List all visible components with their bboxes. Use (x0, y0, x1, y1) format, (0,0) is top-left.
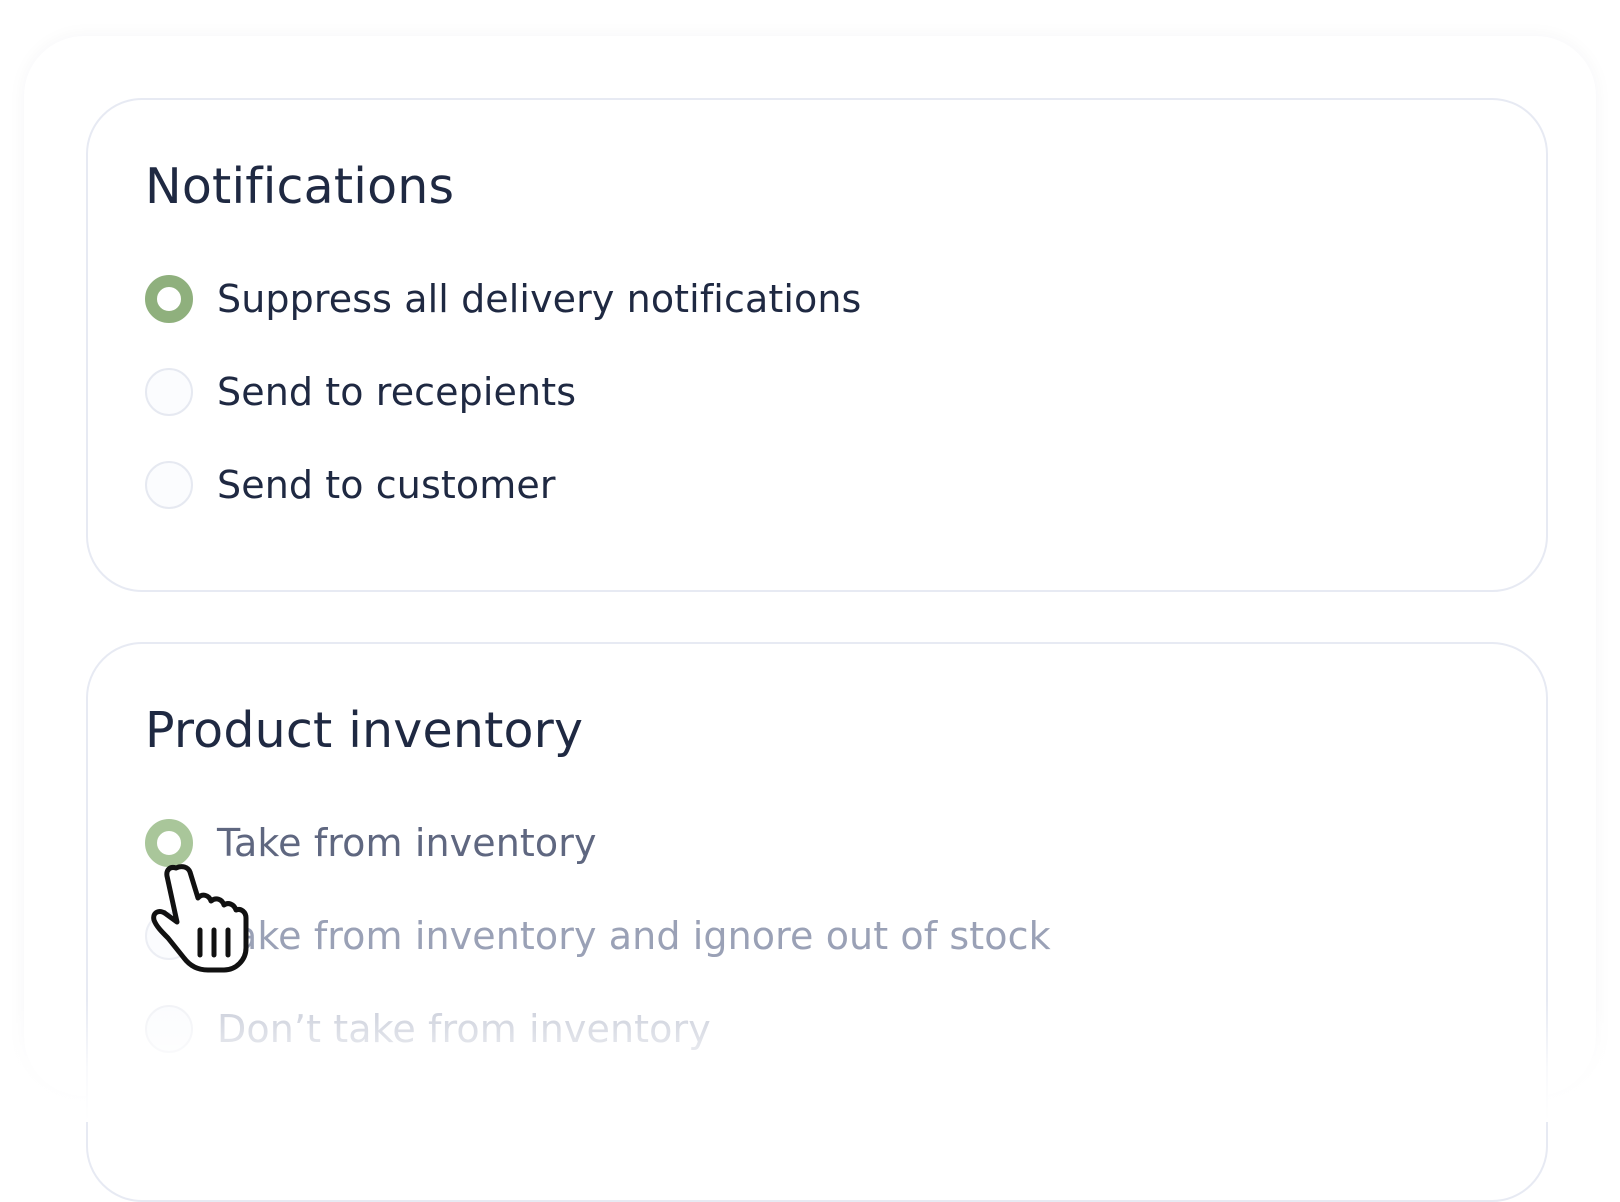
radio-unselected-icon[interactable] (145, 912, 193, 960)
radio-option-dont-take-from-inventory[interactable]: Don’t take from inventory (145, 1004, 711, 1054)
radio-option-take-from-inventory[interactable]: Take from inventory (145, 818, 597, 868)
radio-option-send-to-recipients[interactable]: Send to recepients (145, 367, 576, 417)
notifications-card: Notifications Suppress all delivery noti… (86, 98, 1548, 592)
radio-option-take-and-ignore-stock[interactable]: Take from inventory and ignore out of st… (145, 911, 1051, 961)
radio-selected-icon[interactable] (145, 275, 193, 323)
radio-option-label: Take from inventory and ignore out of st… (217, 914, 1051, 958)
radio-selected-icon[interactable] (145, 819, 193, 867)
radio-option-label: Send to recepients (217, 370, 577, 414)
radio-option-label: Don’t take from inventory (217, 1007, 711, 1051)
radio-option-suppress-notifications[interactable]: Suppress all delivery notifications (145, 274, 861, 324)
radio-option-send-to-customer[interactable]: Send to customer (145, 460, 556, 510)
notifications-title: Notifications (145, 158, 455, 215)
radio-unselected-icon[interactable] (145, 461, 193, 509)
radio-option-label: Suppress all delivery notifications (217, 277, 862, 321)
product-inventory-card: Product inventory Take from inventory Ta… (86, 642, 1548, 1202)
radio-unselected-icon[interactable] (145, 1005, 193, 1053)
radio-option-label: Take from inventory (217, 821, 597, 865)
radio-unselected-icon[interactable] (145, 368, 193, 416)
product-inventory-title: Product inventory (145, 702, 584, 759)
radio-option-label: Send to customer (217, 463, 556, 507)
